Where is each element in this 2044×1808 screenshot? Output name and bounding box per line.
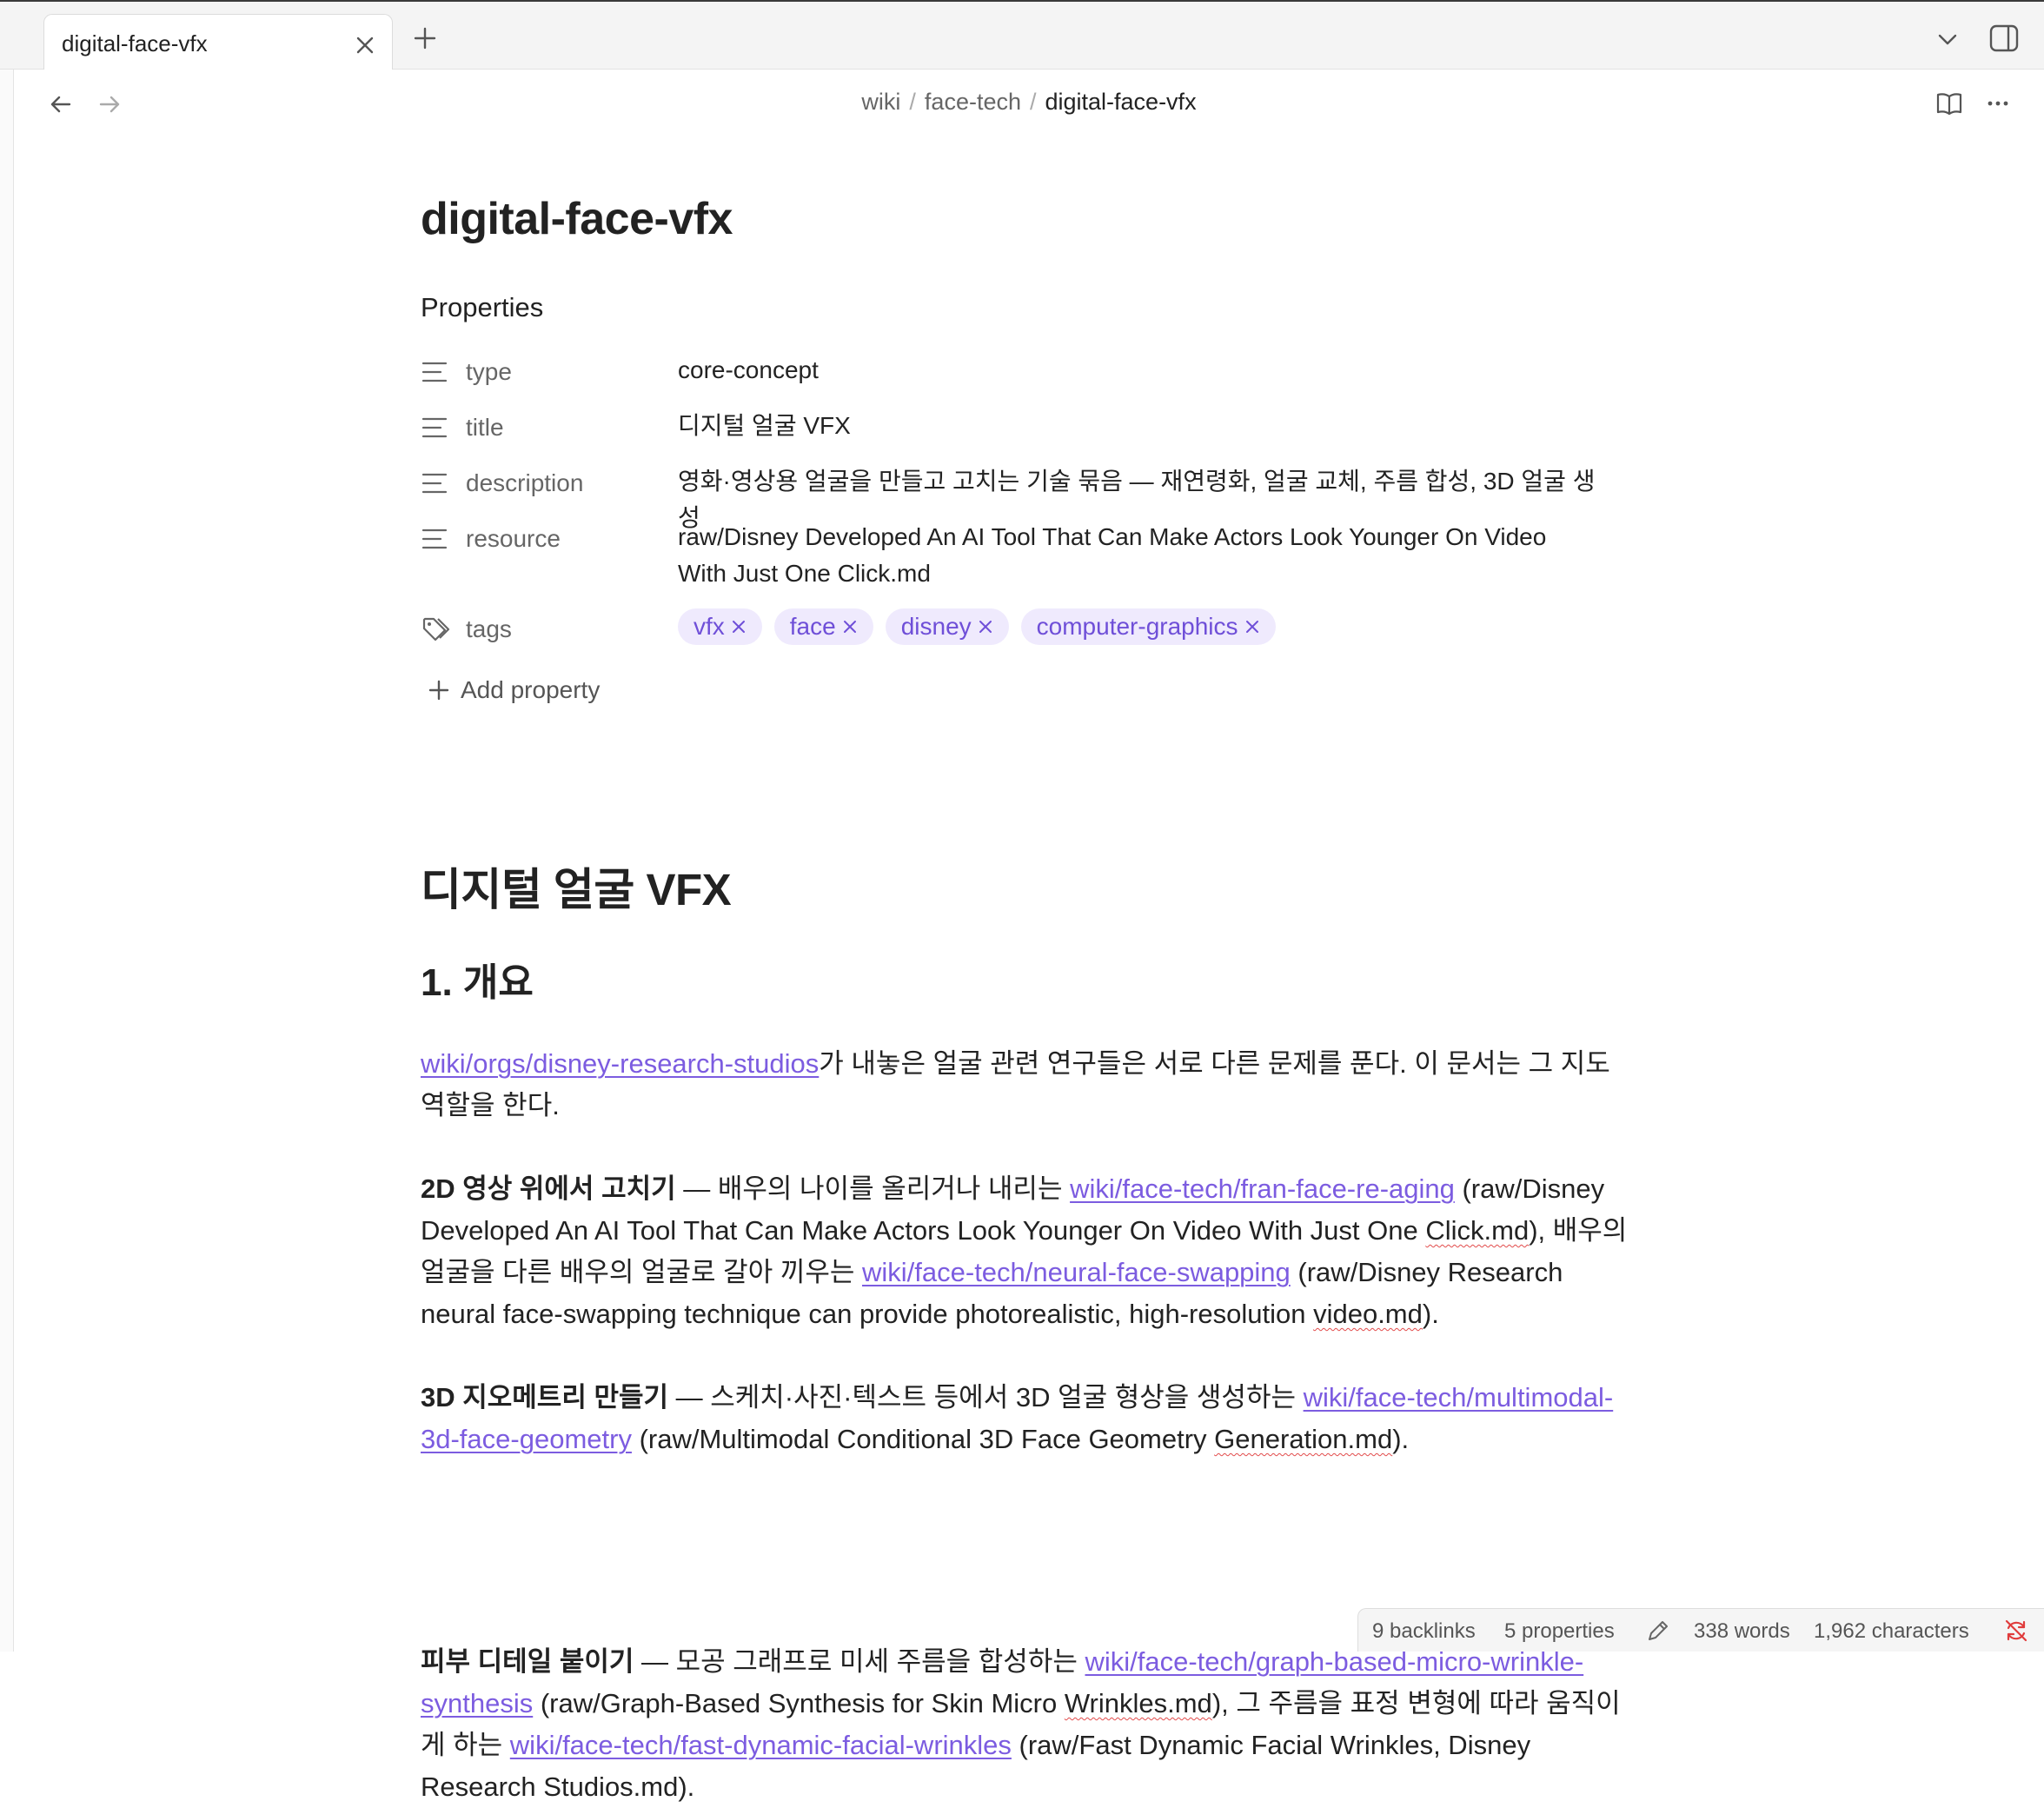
more-horizontal-icon[interactable]	[1983, 89, 2013, 118]
tag-label[interactable]: disney	[901, 608, 972, 645]
left-ribbon	[0, 70, 14, 1652]
property-key[interactable]: tags	[466, 615, 512, 643]
paragraph-2d-editing[interactable]: 2D 영상 위에서 고치기 — 배우의 나이를 올리거나 내리는 wiki/fa…	[421, 1168, 1637, 1335]
breadcrumb-separator: /	[1029, 89, 1037, 115]
property-value[interactable]: raw/Disney Developed An AI Tool That Can…	[678, 519, 1599, 592]
property-key[interactable]: description	[466, 469, 583, 497]
sidebar-toggle-icon[interactable]	[1988, 23, 2020, 54]
list-icon	[421, 469, 448, 497]
tag-pill[interactable]: vfx	[678, 608, 762, 645]
tag-list: vfx face disney computer-graphics	[678, 608, 1276, 645]
internal-link[interactable]: wiki/orgs/disney-research-studios	[421, 1048, 819, 1079]
page-title[interactable]: digital-face-vfx	[421, 193, 733, 245]
breadcrumb: wiki / face-tech / digital-face-vfx	[14, 89, 2044, 116]
close-icon[interactable]	[841, 618, 859, 635]
properties-heading[interactable]: Properties	[421, 292, 543, 323]
paragraph-3d-geometry[interactable]: 3D 지오메트리 만들기 — 스케치·사진·텍스트 등에서 3D 얼굴 형상을 …	[421, 1377, 1637, 1460]
tab-title: digital-face-vfx	[62, 30, 208, 56]
tag-label[interactable]: vfx	[694, 608, 725, 645]
backlinks-count[interactable]: 9 backlinks	[1372, 1619, 1476, 1644]
property-value[interactable]: 디지털 얼굴 VFX	[678, 408, 1599, 444]
text: — 배우의 나이를 올리거나 내리는	[675, 1173, 1071, 1204]
breadcrumb-item-face-tech[interactable]: face-tech	[925, 89, 1021, 115]
paragraph-skin-detail[interactable]: 피부 디테일 붙이기 — 모공 그래프로 미세 주름을 합성하는 wiki/fa…	[421, 1641, 1637, 1808]
property-value[interactable]: core-concept	[678, 352, 1599, 389]
text: — 모공 그래프로 미세 주름을 합성하는	[634, 1646, 1085, 1677]
text: (raw/Multimodal Conditional 3D Face Geom…	[631, 1424, 1215, 1454]
internal-link[interactable]: wiki/face-tech/fran-face-re-aging	[1070, 1173, 1455, 1204]
tags-icon	[421, 615, 450, 643]
character-count: 1,962 characters	[1814, 1619, 1969, 1643]
internal-link[interactable]: wiki/face-tech/neural-face-swapping	[862, 1257, 1291, 1287]
tag-pill[interactable]: disney	[885, 608, 1009, 645]
close-icon[interactable]	[354, 34, 376, 56]
tag-label[interactable]: face	[790, 608, 836, 645]
misspelled-word: Click.md	[1425, 1215, 1530, 1246]
bold-text: 2D 영상 위에서 고치기	[421, 1173, 676, 1204]
internal-link[interactable]: wiki/face-tech/fast-dynamic-facial-wrink…	[510, 1730, 1012, 1760]
pencil-icon[interactable]	[1645, 1618, 1671, 1644]
text: ).	[1392, 1424, 1410, 1454]
tag-pill[interactable]: computer-graphics	[1020, 608, 1276, 645]
text: (raw/Graph-Based Synthesis for Skin Micr…	[533, 1688, 1065, 1718]
plus-icon	[428, 680, 449, 701]
close-icon[interactable]	[1244, 618, 1261, 635]
add-property-label: Add property	[461, 676, 601, 703]
misspelled-word: Wrinkles.md	[1064, 1688, 1212, 1718]
list-icon	[421, 414, 448, 442]
tag-label[interactable]: computer-graphics	[1037, 608, 1238, 645]
property-key[interactable]: type	[466, 358, 512, 386]
book-open-icon[interactable]	[1934, 89, 1964, 118]
misspelled-word: Generation.md	[1214, 1424, 1393, 1454]
tag-pill[interactable]: face	[773, 608, 873, 645]
new-tab-icon[interactable]	[411, 24, 439, 52]
properties-count[interactable]: 5 properties	[1504, 1619, 1615, 1644]
chevron-down-icon[interactable]	[1934, 26, 1961, 52]
bold-text: 피부 디테일 붙이기	[421, 1646, 634, 1677]
add-property-button[interactable]: Add property	[428, 676, 600, 704]
list-icon	[421, 525, 448, 553]
word-count: 338 words	[1694, 1619, 1790, 1643]
breadcrumb-item-wiki[interactable]: wiki	[861, 89, 900, 115]
misspelled-word: video.md	[1313, 1299, 1423, 1329]
tab-strip: digital-face-vfx	[0, 0, 2044, 72]
heading-1[interactable]: 디지털 얼굴 VFX	[421, 854, 732, 918]
text: ).	[1422, 1299, 1439, 1329]
tab-active[interactable]: digital-face-vfx	[43, 14, 393, 72]
close-icon[interactable]	[977, 618, 994, 635]
paragraph-overview[interactable]: wiki/orgs/disney-research-studios가 내놓은 얼…	[421, 1043, 1637, 1127]
close-icon[interactable]	[730, 618, 747, 635]
bold-text: 3D 지오메트리 만들기	[421, 1382, 669, 1412]
breadcrumb-separator: /	[909, 89, 916, 115]
text: — 스케치·사진·텍스트 등에서 3D 얼굴 형상을 생성하는	[668, 1382, 1304, 1412]
breadcrumb-item-current[interactable]: digital-face-vfx	[1045, 89, 1197, 115]
heading-2[interactable]: 1. 개요	[421, 951, 534, 1007]
status-bar: 9 backlinks 5 properties 338 words 1,962…	[1357, 1608, 2044, 1652]
view-header: wiki / face-tech / digital-face-vfx	[14, 70, 2044, 139]
list-icon	[421, 358, 448, 386]
sync-error-icon[interactable]	[2003, 1618, 2029, 1644]
property-key[interactable]: title	[466, 414, 504, 442]
property-key[interactable]: resource	[466, 525, 561, 553]
